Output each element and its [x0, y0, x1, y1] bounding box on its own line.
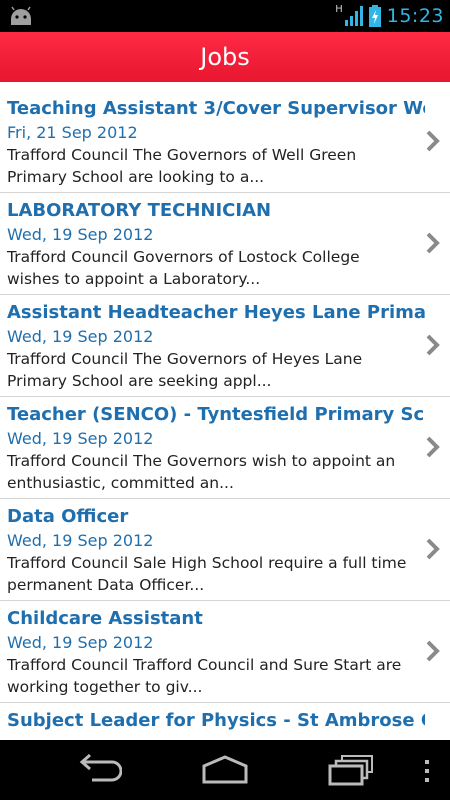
- job-summary-line: permanent Data Officer...: [7, 576, 205, 594]
- job-title: LABORATORY TECHNICIAN: [7, 200, 272, 221]
- job-title: Subject Leader for Physics - St Ambrose …: [7, 710, 425, 731]
- job-summary-line: wishes to appoint a Laboratory...: [7, 270, 261, 288]
- job-summary-line: enthusiastic, committed an...: [7, 474, 234, 492]
- job-date: Wed, 19 Sep 2012: [7, 633, 154, 652]
- status-time: 15:23: [386, 5, 444, 27]
- overflow-menu-icon[interactable]: [423, 760, 431, 782]
- navigation-bar: [0, 740, 450, 800]
- chevron-right-icon: [426, 436, 440, 458]
- job-summary-line: Trafford Council Governors of Lostock Co…: [7, 248, 360, 266]
- job-summary-line: Primary School are looking to a...: [7, 168, 265, 186]
- network-type-label: H: [335, 3, 343, 15]
- job-summary-line: Trafford Council The Governors of Well G…: [7, 146, 357, 164]
- page-title: Jobs: [200, 43, 250, 71]
- job-list-item[interactable]: LABORATORY TECHNICIAN Wed, 19 Sep 2012 T…: [0, 193, 450, 295]
- job-summary-line: Trafford Council Sale High School requir…: [7, 554, 407, 572]
- chevron-right-icon: [426, 334, 440, 356]
- job-list-item[interactable]: Subject Leader for Physics - St Ambrose …: [0, 703, 450, 740]
- job-summary-line: Trafford Council Trafford Council and Su…: [7, 656, 402, 674]
- job-summary-line: Trafford Council The Governors wish to a…: [7, 452, 396, 470]
- back-icon[interactable]: [78, 754, 122, 786]
- battery-icon: [368, 5, 381, 27]
- job-date: Wed, 19 Sep 2012: [7, 429, 154, 448]
- app-bar: Jobs: [0, 32, 450, 82]
- chevron-right-icon: [426, 130, 440, 152]
- jobs-list[interactable]: Teaching Assistant 3/Cover Supervisor We…: [0, 91, 450, 740]
- recent-apps-icon[interactable]: [328, 754, 374, 786]
- job-title: Data Officer: [7, 506, 129, 527]
- job-date: Wed, 19 Sep 2012: [7, 531, 154, 550]
- job-list-item[interactable]: Teaching Assistant 3/Cover Supervisor We…: [0, 91, 450, 193]
- status-bar: H 15:23: [0, 0, 450, 32]
- job-date: Fri, 21 Sep 2012: [7, 123, 138, 142]
- job-title: Childcare Assistant: [7, 608, 203, 629]
- chevron-right-icon: [426, 640, 440, 662]
- job-title: Teaching Assistant 3/Cover Supervisor We…: [7, 98, 425, 119]
- job-summary-line: Primary School are seeking appl...: [7, 372, 272, 390]
- job-summary-line: working together to giv...: [7, 678, 203, 696]
- job-date: Wed, 19 Sep 2012: [7, 225, 154, 244]
- job-summary-line: Trafford Council The Governors of Heyes …: [7, 350, 363, 368]
- chevron-right-icon: [426, 538, 440, 560]
- list-top-spacer: [0, 82, 450, 91]
- job-title: Teacher (SENCO) - Tyntesfield Primary Sc…: [7, 404, 425, 425]
- home-icon[interactable]: [201, 754, 249, 786]
- job-title: Assistant Headteacher Heyes Lane Primary…: [7, 302, 425, 323]
- job-list-item[interactable]: Teacher (SENCO) - Tyntesfield Primary Sc…: [0, 397, 450, 499]
- job-list-item[interactable]: Data Officer Wed, 19 Sep 2012 Trafford C…: [0, 499, 450, 601]
- android-debug-icon: [11, 6, 31, 25]
- job-list-item[interactable]: Childcare Assistant Wed, 19 Sep 2012 Tra…: [0, 601, 450, 703]
- job-date: Wed, 19 Sep 2012: [7, 327, 154, 346]
- chevron-right-icon: [426, 232, 440, 254]
- signal-icon: [344, 6, 363, 26]
- job-list-item[interactable]: Assistant Headteacher Heyes Lane Primary…: [0, 295, 450, 397]
